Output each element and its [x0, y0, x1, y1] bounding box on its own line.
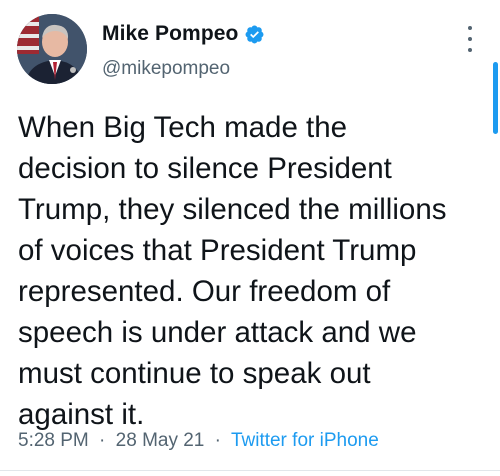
meta-separator: · — [99, 430, 106, 451]
more-vertical-icon[interactable] — [460, 26, 480, 52]
tweet-source-link[interactable]: Twitter for iPhone — [231, 430, 379, 451]
tweet-text: When Big Tech made the decision to silen… — [18, 107, 490, 435]
avatar-photo-icon — [17, 14, 87, 84]
tweet-date[interactable]: 28 May 21 — [116, 430, 205, 451]
tweet-text-line: decision to silence President — [18, 152, 392, 185]
verified-badge-icon — [246, 25, 264, 43]
author-handle[interactable]: @mikepompeo — [102, 58, 230, 80]
author-display-name[interactable]: Mike Pompeo — [102, 22, 238, 46]
tweet-text-line: When Big Tech made the — [18, 111, 348, 144]
scrollbar-thumb[interactable] — [493, 62, 498, 134]
tweet-text-line: speech is under attack and we — [18, 316, 417, 349]
avatar[interactable] — [17, 14, 87, 84]
tweet-text-line: represented. Our freedom of — [18, 275, 391, 308]
tweet-text-line: must continue to speak out — [18, 357, 371, 390]
tweet-meta: 5:28 PM · 28 May 21 · Twitter for iPhone — [18, 430, 379, 452]
meta-separator: · — [214, 430, 221, 451]
tweet-text-line: of voices that President Trump — [18, 234, 417, 267]
tweet-text-line: against it. — [18, 398, 145, 431]
tweet-text-line: Trump, they silenced the millions — [18, 193, 447, 226]
tweet-detail: Mike Pompeo @mikepompeo When Big Tech ma… — [0, 0, 500, 476]
tweet-time[interactable]: 5:28 PM — [18, 430, 89, 451]
divider — [0, 470, 500, 471]
author-name-row[interactable]: Mike Pompeo — [102, 22, 265, 46]
